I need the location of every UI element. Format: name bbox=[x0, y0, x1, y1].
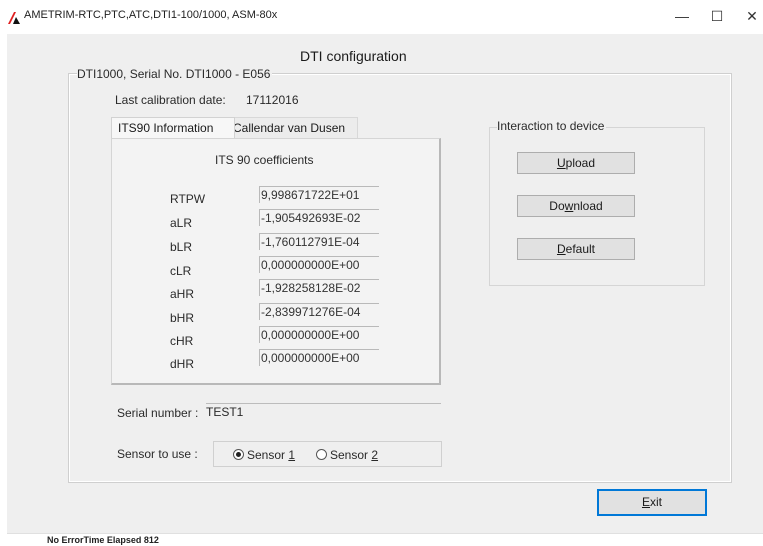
default-accesskey: D bbox=[556, 242, 566, 256]
serial-number-label: Serial number : bbox=[117, 406, 199, 420]
upload-accesskey: U bbox=[556, 156, 566, 170]
device-group-caption: DTI1000, Serial No. DTI1000 - E056 bbox=[77, 67, 273, 81]
close-button[interactable]: ✕ bbox=[740, 4, 763, 28]
download-button[interactable]: Download bbox=[517, 195, 635, 217]
coef-label-clr: cLR bbox=[170, 264, 192, 278]
sensor-2-accesskey: 2 bbox=[371, 448, 379, 462]
upload-button[interactable]: Upload bbox=[517, 152, 635, 174]
calibration-date-value: 17112016 bbox=[246, 93, 299, 107]
sensor-1-accesskey: 1 bbox=[288, 448, 296, 462]
serial-number-field[interactable]: TEST1 bbox=[206, 405, 439, 419]
coef-field-ahr[interactable]: -1,928258128E-02 bbox=[259, 279, 379, 296]
coefficients-title: ITS 90 coefficients bbox=[215, 153, 314, 167]
serial-number-separator bbox=[206, 403, 441, 404]
interaction-caption: Interaction to device bbox=[497, 119, 607, 133]
sensor-1-radio[interactable]: Sensor 1 bbox=[233, 448, 295, 462]
sensor-2-label: Sensor bbox=[330, 448, 372, 462]
coef-field-alr[interactable]: -1,905492693E-02 bbox=[259, 209, 379, 226]
coef-label-chr: cHR bbox=[170, 334, 194, 348]
calibration-date-label: Last calibration date: bbox=[115, 93, 226, 107]
coef-field-rtpw[interactable]: 9,998671722E+01 bbox=[259, 186, 379, 203]
minimize-button[interactable]: — bbox=[670, 4, 694, 28]
download-label-post: nload bbox=[573, 199, 603, 213]
sensor-2-radio[interactable]: Sensor 2 bbox=[316, 448, 378, 462]
tab-callendar-van-dusen[interactable]: Callendar van Dusen bbox=[226, 117, 358, 138]
coef-label-bhr: bHR bbox=[170, 311, 195, 325]
radio-selected-icon bbox=[233, 449, 244, 460]
upload-label-post: pload bbox=[565, 156, 596, 170]
tab-its90-information[interactable]: ITS90 Information bbox=[111, 117, 235, 138]
coef-label-dhr: dHR bbox=[170, 357, 195, 371]
coef-label-ahr: aHR bbox=[170, 287, 195, 301]
default-label-post: efault bbox=[565, 242, 596, 256]
sensor-label: Sensor to use : bbox=[117, 447, 198, 461]
default-button[interactable]: Default bbox=[517, 238, 635, 260]
exit-button[interactable]: Exit bbox=[597, 489, 707, 516]
exit-accesskey: E bbox=[641, 495, 650, 509]
coef-field-dhr[interactable]: 0,000000000E+00 bbox=[259, 349, 379, 366]
maximize-button[interactable]: ☐ bbox=[705, 4, 729, 28]
status-text: No ErrorTime Elapsed 812 bbox=[47, 535, 159, 545]
coef-label-blr: bLR bbox=[170, 240, 193, 254]
window-title: AMETRIM-RTC,PTC,ATC,DTI1-100/1000, ASM-8… bbox=[24, 9, 278, 21]
coef-field-bhr[interactable]: -2,839971276E-04 bbox=[259, 303, 379, 320]
sensor-1-label: Sensor bbox=[247, 448, 289, 462]
coef-label-rtpw: RTPW bbox=[170, 192, 206, 206]
exit-label-post: xit bbox=[650, 495, 662, 509]
radio-unselected-icon bbox=[316, 449, 327, 460]
download-accesskey: w bbox=[564, 199, 574, 213]
form-title: DTI configuration bbox=[300, 48, 407, 64]
coef-field-chr[interactable]: 0,000000000E+00 bbox=[259, 326, 379, 343]
coef-label-alr: aLR bbox=[170, 216, 193, 230]
app-logo-icon bbox=[8, 12, 20, 24]
coef-field-clr[interactable]: 0,000000000E+00 bbox=[259, 256, 379, 273]
download-label-pre: Do bbox=[549, 199, 565, 213]
coef-field-blr[interactable]: -1,760112791E-04 bbox=[259, 233, 379, 250]
